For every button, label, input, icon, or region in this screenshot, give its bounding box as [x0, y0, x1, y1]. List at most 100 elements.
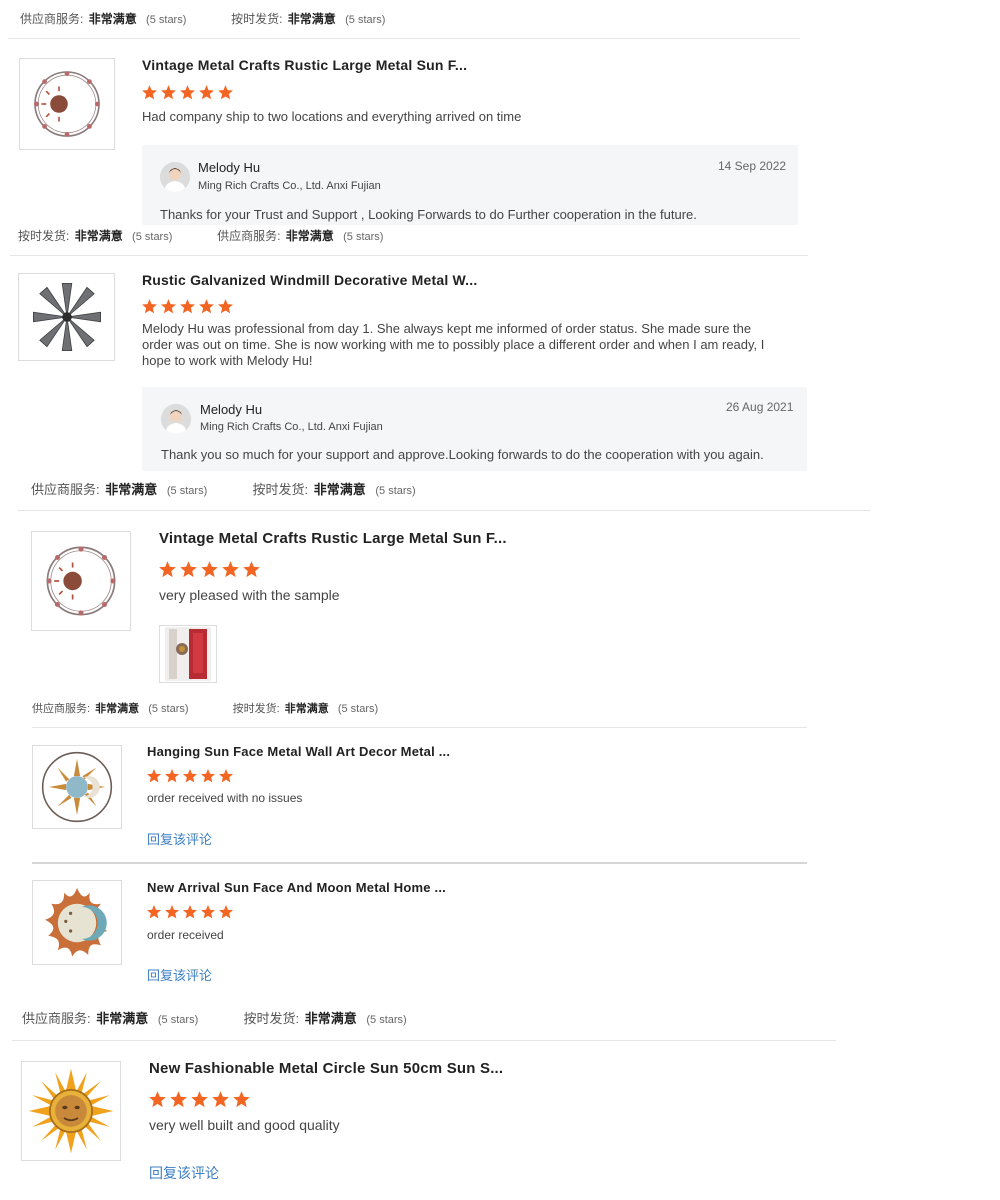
star-rating: [141, 84, 234, 101]
product-thumbnail[interactable]: [32, 880, 122, 965]
on-time-stars: (5 stars): [337, 703, 379, 715]
rating-summary: 供应商服务: 非常满意 (5 stars) 按时发货: 非常满意 (5 star…: [32, 700, 378, 716]
supplier-service-label: 供应商服务:: [217, 229, 281, 243]
review-text: Melody Hu was professional from day 1. S…: [142, 321, 765, 368]
seller-name: Melody Hu: [200, 402, 263, 417]
divider: [8, 38, 800, 39]
star-icon: [179, 84, 196, 101]
golden-sun-icon: [27, 1067, 115, 1155]
star-icon: [221, 560, 240, 579]
on-time-stars: (5 stars): [345, 14, 386, 26]
star-icon: [148, 1090, 167, 1109]
supplier-service-label: 供应商服务:: [20, 12, 84, 26]
seller-name: Melody Hu: [198, 160, 261, 175]
on-time-label: 按时发货:: [232, 703, 280, 715]
seller-reply: Melody Hu Ming Rich Crafts Co., Ltd. Anx…: [142, 145, 798, 225]
supplier-service-stars: (5 stars): [166, 485, 208, 497]
star-icon: [160, 84, 177, 101]
supplier-service-stars: (5 stars): [148, 703, 189, 715]
star-icon: [164, 904, 180, 920]
on-time-stars: (5 stars): [375, 485, 416, 497]
on-time-value: 非常满意: [284, 703, 329, 715]
star-icon: [182, 768, 198, 784]
product-title[interactable]: New Arrival Sun Face And Moon Metal Home…: [147, 880, 446, 895]
on-time-stars: (5 stars): [366, 1014, 407, 1026]
supplier-service-stars: (5 stars): [146, 14, 187, 26]
review-photo[interactable]: [159, 625, 217, 683]
divider: [32, 862, 807, 864]
seller-company: Ming Rich Crafts Co., Ltd. Anxi Fujian: [200, 421, 383, 433]
review-text: Had company ship to two locations and ev…: [142, 109, 522, 124]
supplier-service-value: 非常满意: [95, 703, 140, 715]
on-time-stars: (5 stars): [132, 231, 173, 243]
reply-date: 14 Sep 2022: [718, 159, 787, 173]
divider: [10, 255, 808, 256]
star-rating: [146, 768, 234, 784]
product-thumbnail[interactable]: [31, 531, 131, 631]
reply-review-link[interactable]: 回复该评论: [147, 965, 212, 984]
divider: [12, 1040, 836, 1041]
product-title[interactable]: Vintage Metal Crafts Rustic Large Metal …: [159, 530, 507, 547]
on-time-value: 非常满意: [74, 229, 123, 243]
supplier-service-label: 供应商服务:: [22, 1011, 91, 1026]
star-icon: [158, 560, 177, 579]
divider: [18, 510, 870, 511]
star-icon: [146, 904, 162, 920]
supplier-service-value: 非常满意: [88, 12, 137, 26]
on-time-label: 按时发货:: [243, 1011, 300, 1026]
star-icon: [200, 560, 219, 579]
on-time-value: 非常满意: [313, 482, 366, 497]
star-icon: [182, 904, 198, 920]
star-icon: [198, 298, 215, 315]
star-icon: [217, 298, 234, 315]
product-title[interactable]: Rustic Galvanized Windmill Decorative Me…: [142, 272, 477, 288]
reply-review-link[interactable]: 回复该评论: [147, 829, 212, 848]
supplier-service-value: 非常满意: [96, 1011, 149, 1026]
star-icon: [211, 1090, 230, 1109]
review-text: very well built and good quality: [149, 1117, 340, 1133]
avatar: [161, 404, 191, 434]
product-thumbnail[interactable]: [18, 273, 115, 361]
star-icon: [169, 1090, 188, 1109]
rating-summary: 按时发货: 非常满意 (5 stars) 供应商服务: 非常满意 (5 star…: [18, 227, 383, 244]
star-icon: [179, 298, 196, 315]
on-time-label: 按时发货:: [231, 12, 283, 26]
star-rating: [158, 560, 261, 579]
star-icon: [141, 84, 158, 101]
windmill-icon: [27, 277, 107, 357]
sun-face-ring-icon: [38, 748, 116, 826]
star-icon: [200, 768, 216, 784]
star-icon: [218, 768, 234, 784]
seller-reply: Melody Hu Ming Rich Crafts Co., Ltd. Anx…: [142, 387, 807, 471]
supplier-service-label: 供应商服务:: [31, 482, 100, 497]
rating-summary: 供应商服务: 非常满意 (5 stars) 按时发货: 非常满意 (5 star…: [22, 1008, 407, 1027]
star-rating: [141, 298, 234, 315]
supplier-service-label: 供应商服务:: [32, 703, 91, 715]
supplier-service-stars: (5 stars): [157, 1014, 199, 1026]
star-icon: [164, 768, 180, 784]
reply-text: Thank you so much for your support and a…: [161, 447, 764, 462]
star-icon: [160, 298, 177, 315]
product-title[interactable]: Vintage Metal Crafts Rustic Large Metal …: [142, 57, 467, 73]
star-icon: [198, 84, 215, 101]
star-icon: [242, 560, 261, 579]
rating-summary: 供应商服务: 非常满意 (5 stars) 按时发货: 非常满意 (5 star…: [31, 479, 416, 498]
star-icon: [218, 904, 234, 920]
product-thumbnail[interactable]: [21, 1061, 121, 1161]
product-title[interactable]: New Fashionable Metal Circle Sun 50cm Su…: [149, 1060, 503, 1077]
supplier-service-value: 非常满意: [285, 229, 334, 243]
star-icon: [179, 560, 198, 579]
product-thumbnail[interactable]: [32, 745, 122, 829]
reply-date: 26 Aug 2021: [726, 400, 794, 414]
divider: [32, 727, 807, 728]
star-rating: [146, 904, 234, 920]
product-title[interactable]: Hanging Sun Face Metal Wall Art Decor Me…: [147, 744, 450, 759]
star-icon: [200, 904, 216, 920]
on-time-value: 非常满意: [287, 12, 336, 26]
on-time-label: 按时发货:: [18, 229, 70, 243]
star-icon: [232, 1090, 251, 1109]
reply-review-link[interactable]: 回复该评论: [149, 1163, 219, 1183]
star-icon: [146, 768, 162, 784]
review-text: order received: [147, 928, 224, 942]
product-thumbnail[interactable]: [19, 58, 115, 150]
